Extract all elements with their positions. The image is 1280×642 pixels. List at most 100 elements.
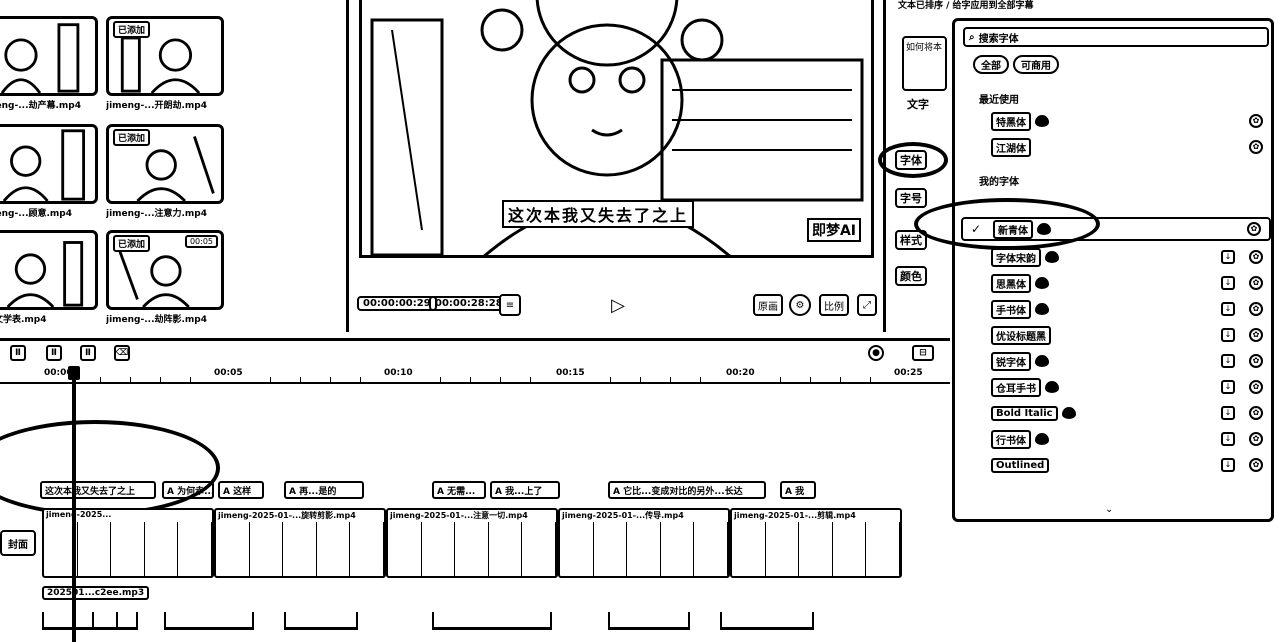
audio-clip[interactable] [608, 612, 690, 630]
media-thumbnail[interactable] [0, 230, 98, 310]
star-icon[interactable]: ✿ [1249, 458, 1263, 472]
star-icon[interactable]: ✿ [1249, 328, 1263, 342]
star-icon[interactable]: ✿ [1249, 302, 1263, 316]
search-icon: ⌕ [969, 31, 975, 43]
font-item[interactable]: 优设标题黑 ↓ ✿ [961, 323, 1271, 347]
heart-icon[interactable] [1035, 303, 1049, 315]
list-icon[interactable]: ≡ [499, 294, 521, 316]
tab-font-size[interactable]: 字号 [895, 188, 927, 208]
download-icon[interactable]: ↓ [1221, 432, 1235, 446]
font-item[interactable]: Outlined ↓ ✿ [961, 453, 1271, 477]
cover-button[interactable]: 封面 [0, 530, 36, 556]
audio-clip[interactable] [720, 612, 814, 630]
font-item[interactable]: 思黑体 ↓ ✿ [961, 271, 1271, 295]
settings-icon[interactable]: ⚙ [789, 294, 811, 316]
media-thumbnail[interactable]: 已添加 [106, 124, 224, 204]
current-time: 00:00:00:29 [357, 296, 437, 311]
font-item[interactable]: 特黑体 ✿ [961, 109, 1271, 133]
download-icon[interactable]: ↓ [1221, 458, 1235, 472]
download-icon[interactable]: ↓ [1221, 276, 1235, 290]
font-search-input[interactable]: ⌕ 搜索字体 [963, 27, 1269, 47]
download-icon[interactable]: ↓ [1221, 328, 1235, 342]
font-item[interactable]: 手书体 ↓ ✿ [961, 297, 1271, 321]
video-clip[interactable]: jimeng-2025-01-...注意一切.mp4 [386, 508, 558, 578]
aspect-ratio-button[interactable]: 比例 [819, 294, 849, 316]
subtitle-overlay[interactable]: 这次本我又失去了之上 [502, 200, 695, 228]
fullscreen-icon[interactable]: ⤢ [857, 294, 877, 316]
font-item[interactable]: Bold Italic ↓ ✿ [961, 401, 1271, 425]
star-icon[interactable]: ✿ [1249, 380, 1263, 394]
audio-clip[interactable] [164, 612, 254, 630]
video-clip-frames [44, 522, 212, 576]
timeline-ruler[interactable]: 00:00 00:05 00:10 00:15 00:20 00:25 [0, 368, 950, 384]
download-icon[interactable]: ↓ [1221, 406, 1235, 420]
audio-clip[interactable] [92, 612, 138, 630]
download-icon[interactable]: ↓ [1221, 380, 1235, 394]
download-icon[interactable]: ↓ [1221, 302, 1235, 316]
video-clip[interactable]: jimeng-2025-01-...旋转剪影.mp4 [214, 508, 386, 578]
text-clip[interactable]: A 无需... [432, 481, 486, 499]
text-clip[interactable]: A 这样 [218, 481, 264, 499]
text-clip[interactable]: A 我...上了 [490, 481, 560, 499]
font-item[interactable]: 行书体 ↓ ✿ [961, 427, 1271, 451]
download-icon[interactable]: ↓ [1221, 354, 1235, 368]
star-icon[interactable]: ✿ [1249, 276, 1263, 290]
split-right-icon[interactable]: Ⅱ [80, 345, 96, 361]
video-clip[interactable]: jimeng-2025... [42, 508, 214, 578]
ruler-label: 00:20 [726, 368, 755, 378]
star-icon[interactable]: ✿ [1249, 114, 1263, 128]
star-icon[interactable]: ✿ [1249, 140, 1263, 154]
media-thumbnail-name: jimeng-...顾意.mp4 [0, 209, 72, 219]
playhead[interactable] [72, 366, 76, 642]
star-icon[interactable]: ✿ [1247, 222, 1261, 236]
audio-clip[interactable] [284, 612, 358, 630]
split-left-icon[interactable]: Ⅱ [46, 345, 62, 361]
text-content-input[interactable]: 如何将本 [902, 36, 947, 91]
font-item[interactable]: 江湖体 ✿ [961, 135, 1271, 159]
star-icon[interactable]: ✿ [1249, 250, 1263, 264]
heart-icon[interactable] [1035, 433, 1049, 445]
star-icon[interactable]: ✿ [1249, 354, 1263, 368]
ruler-label: 00:05 [214, 368, 243, 378]
playhead-handle[interactable] [68, 366, 80, 380]
text-clip[interactable]: A 再...是的 [284, 481, 364, 499]
font-item-name: 优设标题黑 [991, 325, 1051, 345]
video-clip[interactable]: jimeng-2025-01-...剪辑.mp4 [730, 508, 902, 578]
star-icon[interactable]: ✿ [1249, 406, 1263, 420]
star-icon[interactable]: ✿ [1249, 432, 1263, 446]
heart-icon[interactable] [1045, 381, 1059, 393]
tab-color[interactable]: 颜色 [895, 266, 927, 286]
heart-icon[interactable] [1061, 407, 1076, 419]
download-icon[interactable]: ↓ [1221, 250, 1235, 264]
media-thumbnail[interactable] [0, 16, 98, 96]
split-icon[interactable]: Ⅱ [10, 345, 26, 361]
media-thumbnail-name: jimeng-...注意力.mp4 [106, 209, 207, 219]
video-clip[interactable]: jimeng-2025-01-...传导.mp4 [558, 508, 730, 578]
heart-icon[interactable] [1035, 115, 1049, 127]
heart-icon[interactable] [1035, 355, 1049, 367]
audio-clip[interactable] [432, 612, 552, 630]
filter-all[interactable]: 全部 [973, 55, 1009, 74]
link-icon[interactable]: ⊟ [912, 345, 934, 361]
text-link[interactable]: 文字 [904, 96, 932, 112]
filter-commercial[interactable]: 可商用 [1013, 55, 1059, 74]
heart-icon[interactable] [1045, 251, 1059, 263]
text-clip[interactable]: A 它比...变成对比的另外...长达 [608, 481, 766, 499]
highlight-annotation [878, 142, 948, 178]
text-clip[interactable]: A 我 [780, 481, 816, 499]
play-icon[interactable]: ▷ [607, 294, 629, 316]
added-badge: 已添加 [113, 21, 151, 38]
font-item[interactable]: 仓耳手书 ↓ ✿ [961, 375, 1271, 399]
media-thumbnail[interactable] [0, 124, 98, 204]
font-item-name: 字体宋韵 [991, 247, 1041, 267]
ratio-button[interactable]: 原画 [753, 294, 783, 316]
font-dropdown[interactable]: ⌕ 搜索字体 全部 可商用 最近使用 特黑体 ✿ 江湖体 ✿ 我的字体 ✓ 新青… [952, 18, 1274, 522]
media-thumbnail[interactable]: 已添加 00:05 [106, 230, 224, 310]
scroll-down-icon[interactable]: ⌄ [1105, 504, 1113, 515]
delete-icon[interactable]: ⌫ [114, 345, 130, 361]
heart-icon[interactable] [1035, 277, 1049, 289]
media-thumbnail[interactable]: 已添加 [106, 16, 224, 96]
font-item[interactable]: 锐字体 ↓ ✿ [961, 349, 1271, 373]
microphone-icon[interactable]: ● [868, 345, 884, 361]
duration-badge: 00:05 [184, 235, 218, 248]
